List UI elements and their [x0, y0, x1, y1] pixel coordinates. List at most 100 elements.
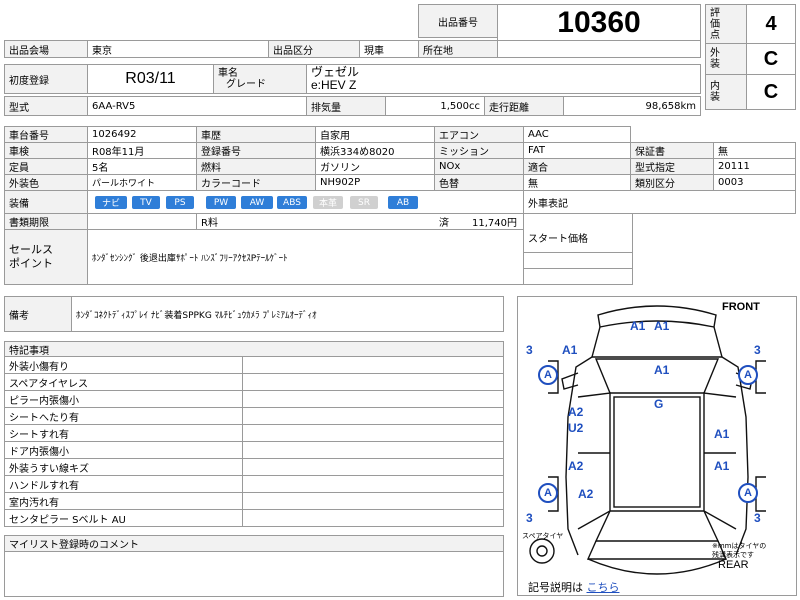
location-value — [497, 40, 701, 58]
plate-label: 登録番号 — [196, 142, 316, 159]
special-item: ピラー内張傷小 — [4, 390, 243, 408]
recolor-value: 無 — [523, 174, 631, 191]
interior-value: C — [746, 74, 796, 110]
car-name-value: ヴェゼル e:HEV Z — [306, 64, 701, 94]
mark-front-a1-right: A1 — [654, 319, 670, 333]
equip-pw: PW — [206, 196, 236, 209]
model-value: 6AA-RV5 — [87, 96, 307, 116]
ac-label: エアコン — [434, 126, 524, 143]
mark-right-door-a1: A1 — [714, 427, 730, 441]
tire-note-2: 残溝表示です — [712, 551, 754, 559]
special-title: 特記事項 — [4, 341, 504, 357]
special-item-blank — [242, 424, 504, 442]
sales-label-1: セールス — [9, 243, 53, 256]
exterior-label-2: 装 — [710, 59, 720, 70]
plate-value: 横浜334め8020 — [315, 142, 435, 159]
docs-value — [87, 213, 197, 230]
mark-left-rear-a2: A2 — [568, 459, 584, 473]
special-item-blank — [242, 458, 504, 476]
mileage-value: 98,658km — [563, 96, 701, 116]
displacement-label: 排気量 — [306, 96, 386, 116]
mark-left-door-a2: A2 — [568, 405, 584, 419]
score-label-2: 価 — [710, 18, 720, 30]
listing-type-value: 現車 — [359, 40, 419, 58]
car-grade: e:HEV Z — [311, 78, 357, 92]
equip-leather: 本革 — [313, 196, 343, 209]
equip-ab: AB — [388, 196, 418, 209]
score-label: 評 価 点 — [705, 4, 747, 44]
special-item-blank — [242, 441, 504, 459]
lot-number-label: 出品番号 — [418, 4, 498, 38]
docs-label: 書類期限 — [4, 213, 88, 230]
recycle-paid: 済 — [439, 218, 449, 229]
wheel-rr-mark: A — [738, 483, 758, 503]
special-item-blank — [242, 492, 504, 510]
special-item: ハンドルすれ有 — [4, 475, 243, 493]
special-item: 外装うすい線キズ — [4, 458, 243, 476]
ac-value: AAC — [523, 126, 631, 143]
legend: 記号説明は こちら — [528, 579, 620, 595]
fuel-label: 燃料 — [196, 158, 316, 175]
mylist-label: マイリスト登録時のコメント — [4, 535, 504, 552]
exterior-label-1: 外 — [710, 48, 720, 59]
front-label: FRONT — [722, 301, 760, 313]
equip-ps: PS — [166, 196, 194, 209]
recycle-amount: 11,740円 — [472, 218, 517, 229]
special-item-blank — [242, 390, 504, 408]
special-item-blank — [242, 509, 504, 527]
recycle-fee: R料 済 11,740円 — [196, 213, 524, 230]
special-item-blank — [242, 407, 504, 425]
start-price-blank-1 — [523, 252, 633, 269]
equipment-label: 装備 — [4, 190, 88, 214]
warranty-value: 無 — [713, 142, 796, 159]
equip-navi: ナビ — [95, 196, 127, 209]
special-item: ドア内張傷小 — [4, 441, 243, 459]
category-label: 類別区分 — [630, 174, 714, 191]
equip-aw: AW — [241, 196, 273, 209]
mark-tire-rl-depth: 3 — [526, 511, 533, 525]
spare-tire-label: スペアタイヤ — [522, 532, 564, 540]
sales-label: セールス ポイント — [4, 229, 88, 285]
mark-tire-rr-depth: 3 — [754, 511, 761, 525]
displacement-value: 1,500cc — [385, 96, 485, 116]
capacity-value: 5名 — [87, 158, 197, 175]
special-item: シートへたり有 — [4, 407, 243, 425]
colorcode-label: カラーコード — [196, 174, 316, 191]
start-price-blank-2 — [523, 268, 633, 285]
equip-sr: SR — [350, 196, 378, 209]
mark-front-a1-left: A1 — [630, 319, 646, 333]
fuel-value: ガソリン — [315, 158, 435, 175]
mylist-comment[interactable] — [4, 551, 504, 597]
history-label: 車歴 — [196, 126, 316, 143]
mark-roof-g: G — [654, 397, 664, 411]
notes-label: 備考 — [4, 296, 72, 332]
recycle-label: 外車表記 — [523, 190, 796, 214]
special-item: シートすれ有 — [4, 424, 243, 442]
interior-label-2: 装 — [710, 92, 720, 103]
nox-label: NOx — [434, 158, 524, 175]
special-item: 室内汚れ有 — [4, 492, 243, 510]
model-label: 型式 — [4, 96, 88, 116]
score-label-3: 点 — [710, 29, 720, 41]
mark-left-quarter-a2: A2 — [578, 487, 594, 501]
wheel-fl-mark: A — [538, 365, 558, 385]
exterior-label: 外 装 — [705, 43, 747, 75]
mark-left-door-u2: U2 — [568, 421, 584, 435]
sales-text: ﾎﾝﾀﾞｾﾝｼﾝｸﾞ 後退出庫ｻﾎﾟｰﾄ ﾊﾝｽﾞﾌﾘｰｱｸｾｽPﾃｰﾙｹﾞｰﾄ — [87, 229, 524, 285]
score-value: 4 — [746, 4, 796, 44]
inspection-value: R08年11月 — [87, 142, 197, 159]
score-label-1: 評 — [710, 7, 720, 19]
mark-tire-fr-depth: 3 — [754, 343, 761, 357]
interior-label-1: 内 — [710, 81, 720, 92]
mission-label: ミッション — [434, 142, 524, 159]
listing-type-label: 出品区分 — [268, 40, 360, 58]
mileage-label: 走行距離 — [484, 96, 564, 116]
interior-label: 内 装 — [705, 74, 747, 110]
start-price-label: スタート価格 — [523, 213, 633, 253]
legend-link[interactable]: こちら — [587, 581, 620, 594]
exterior-value: C — [746, 43, 796, 75]
car-name-label: 車名 グレード — [213, 64, 307, 94]
car-name-label-1: 車名 — [218, 68, 238, 79]
legend-label: 記号説明は — [528, 581, 583, 594]
rear-label: REAR — [718, 559, 749, 571]
